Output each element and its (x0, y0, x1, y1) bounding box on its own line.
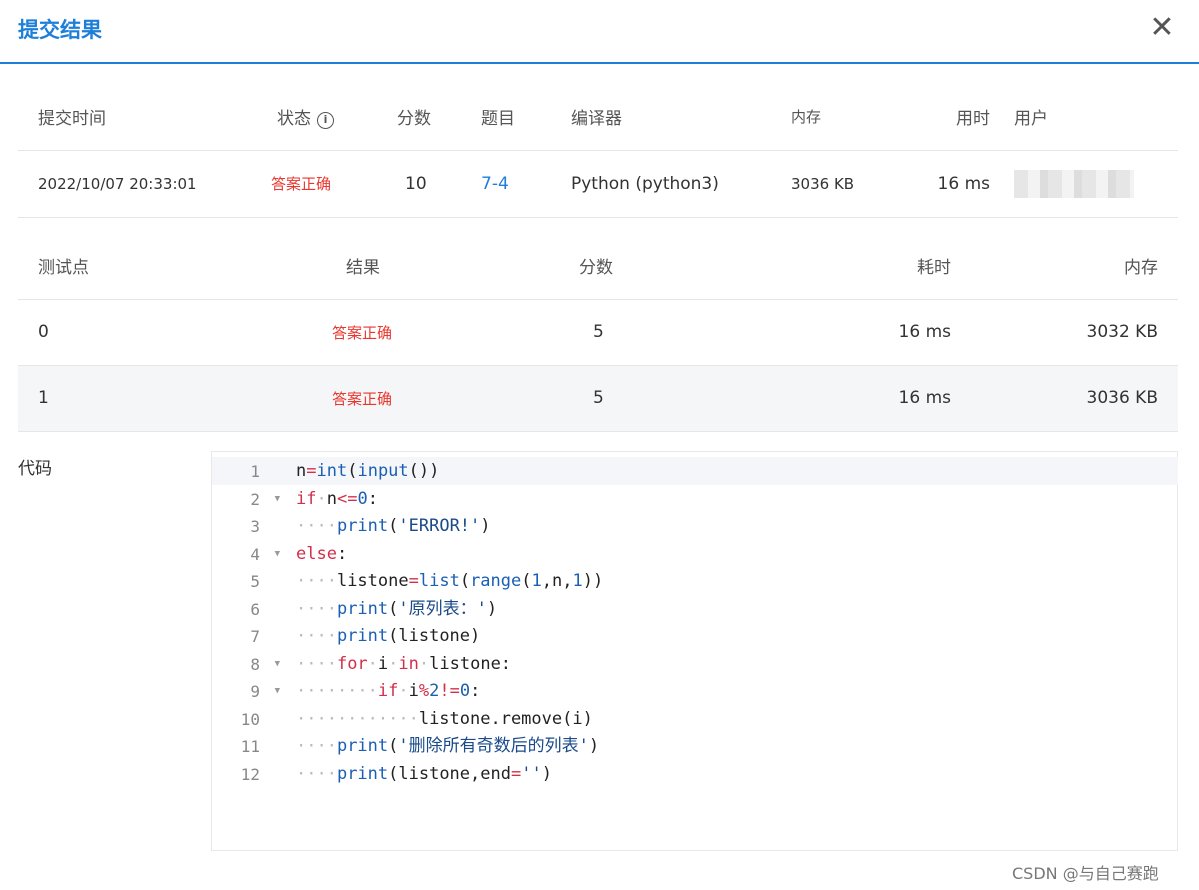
header-score: 分数 (377, 84, 461, 151)
user-blurred (1014, 169, 1134, 198)
info-icon[interactable]: i (317, 112, 334, 130)
line-number: 6 (250, 599, 260, 619)
case-id: 1 (18, 365, 258, 432)
score-value: 10 (377, 150, 461, 218)
line-number: 12 (240, 764, 260, 784)
code-line[interactable]: ····print(listone,end='') (290, 761, 1177, 789)
code-line[interactable]: else: (290, 541, 1177, 569)
header-case-memory: 内存 (951, 233, 1178, 300)
code-line[interactable]: ····listone=list(range(1,n,1)) (290, 568, 1177, 596)
line-number: 1 (250, 462, 260, 481)
header-compiler: 编译器 (551, 84, 771, 151)
header-memory: 内存 (771, 84, 886, 151)
line-number: 5 (250, 572, 260, 591)
fold-icon[interactable]: ▼ (275, 486, 280, 514)
testcase-table: 测试点 结果 分数 耗时 内存 0 答案正确 5 16 ms 3032 KB 1… (18, 233, 1178, 432)
summary-row: 2022/10/07 20:33:01 答案正确 10 7-4 Python (… (18, 150, 1178, 218)
status-cell: 答案正确 (257, 150, 377, 218)
case-memory: 3036 KB (951, 365, 1178, 432)
user-cell (994, 150, 1178, 218)
header-duration: 用时 (886, 84, 994, 151)
problem-cell: 7-4 (461, 150, 551, 218)
table-row: 1 答案正确 5 16 ms 3036 KB (18, 365, 1178, 432)
line-number: 4 ▼ (212, 541, 290, 569)
submission-summary-table: 提交时间 状态 i 分数 题目 编译器 内存 用时 用户 2022/10/07 2… (18, 84, 1178, 218)
line-number: 9 ▼ (212, 678, 290, 706)
table-row: 0 答案正确 5 16 ms 3032 KB (18, 299, 1178, 366)
case-memory: 3032 KB (951, 299, 1178, 366)
header-status: 状态 i (257, 84, 377, 151)
code-line[interactable]: ····print(listone) (290, 623, 1177, 651)
fold-icon[interactable]: ▼ (275, 678, 280, 706)
header-problem: 题目 (461, 84, 551, 151)
problem-link[interactable]: 7-4 (481, 174, 509, 194)
code-line[interactable]: ············listone.remove(i) (290, 706, 1177, 734)
header-result: 结果 (258, 233, 473, 300)
case-time: 16 ms (723, 365, 951, 432)
case-result: 答案正确 (258, 365, 473, 432)
code-line[interactable]: ····for·i·in·listone: (290, 651, 1177, 679)
code-line[interactable]: ····print('删除所有奇数后的列表') (290, 733, 1177, 761)
code-line[interactable]: n=int(input()) (290, 458, 1177, 486)
compiler-value: Python (python3) (551, 150, 771, 218)
line-number: 10 (240, 709, 260, 729)
case-result-badge: 答案正确 (332, 389, 393, 408)
testcase-header-row: 测试点 结果 分数 耗时 内存 (18, 233, 1178, 300)
submit-time: 2022/10/07 20:33:01 (18, 150, 257, 218)
summary-header-row: 提交时间 状态 i 分数 题目 编译器 内存 用时 用户 (18, 84, 1178, 151)
memory-value: 3036 KB (771, 150, 886, 218)
code-line[interactable]: ····print('ERROR!') (290, 513, 1177, 541)
code-line[interactable]: ········if·i%2!=0: (290, 678, 1177, 706)
line-number: 8 ▼ (212, 651, 290, 679)
line-number: 7 (250, 627, 260, 646)
case-score: 5 (473, 299, 723, 366)
case-result: 答案正确 (258, 299, 473, 366)
dialog-header: 提交结果 ✕ (0, 0, 1199, 64)
header-submit-time: 提交时间 (18, 84, 257, 151)
case-time: 16 ms (723, 299, 951, 366)
watermark: CSDN @与自己赛跑 (1012, 864, 1159, 883)
header-case-score: 分数 (473, 233, 723, 300)
header-status-label: 状态 (277, 109, 311, 130)
code-label: 代码 (18, 459, 52, 479)
case-score: 5 (473, 365, 723, 432)
line-number: 3 (250, 517, 260, 536)
header-case-time: 耗时 (723, 233, 951, 300)
duration-value: 16 ms (886, 150, 994, 218)
code-line[interactable]: if·n<=0: (290, 486, 1177, 514)
header-case: 测试点 (18, 233, 258, 300)
close-icon[interactable]: ✕ (1146, 12, 1178, 44)
line-number: 2 ▼ (212, 486, 290, 514)
line-number: 11 (240, 737, 260, 756)
case-id: 0 (18, 299, 258, 366)
code-editor[interactable]: 1 2 ▼ 3 4 ▼ 5 6 7 8 ▼ 9 ▼ 10 11 12 n=int(inp… (211, 451, 1178, 851)
dialog-title: 提交结果 (18, 18, 102, 42)
header-user: 用户 (994, 84, 1178, 151)
fold-icon[interactable]: ▼ (275, 651, 280, 679)
case-result-badge: 答案正确 (332, 323, 393, 342)
status-badge: 答案正确 (271, 175, 332, 193)
code-line[interactable]: ····print('原列表：') (290, 596, 1177, 624)
fold-icon[interactable]: ▼ (275, 541, 280, 569)
